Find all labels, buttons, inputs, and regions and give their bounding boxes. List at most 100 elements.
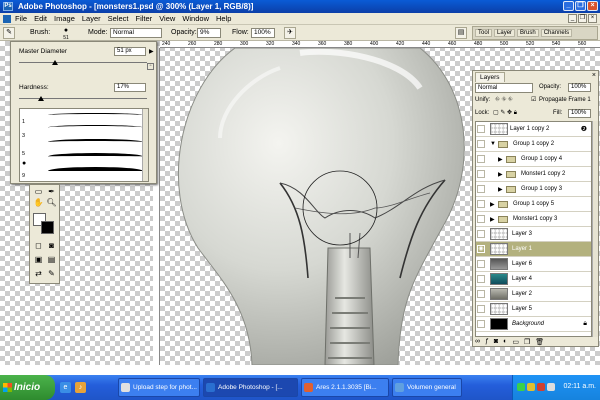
visibility-toggle[interactable] bbox=[477, 170, 485, 178]
hardness-slider-knob[interactable] bbox=[37, 96, 44, 101]
menu-help[interactable]: Help bbox=[216, 14, 231, 23]
imageready-icon[interactable]: ⇄ bbox=[33, 269, 44, 279]
blend-mode-select[interactable]: Normal bbox=[475, 83, 533, 93]
jump-to-icon[interactable]: ✎ bbox=[46, 269, 57, 279]
brush-preset-stroke[interactable] bbox=[48, 167, 143, 175]
visibility-toggle[interactable] bbox=[477, 320, 485, 328]
slice-tool-icon[interactable]: ▭ bbox=[33, 187, 44, 197]
layer-mask-icon[interactable]: ◙ bbox=[494, 338, 498, 346]
document-icon[interactable] bbox=[3, 15, 11, 23]
menu-edit[interactable]: Edit bbox=[34, 14, 47, 23]
layers-panel-close-icon[interactable]: × bbox=[592, 72, 596, 79]
minimize-button[interactable]: _ bbox=[563, 1, 574, 11]
delete-layer-icon[interactable]: 🗑︎ bbox=[535, 338, 544, 346]
visibility-toggle[interactable] bbox=[477, 305, 485, 313]
security-tray-icon[interactable] bbox=[527, 383, 535, 391]
visibility-toggle[interactable] bbox=[477, 260, 485, 268]
layer-style-icon[interactable]: ƒ bbox=[485, 338, 489, 346]
fill-field[interactable]: 100% bbox=[568, 109, 591, 118]
menu-window[interactable]: Window bbox=[182, 14, 209, 23]
well-channels[interactable]: Channels bbox=[540, 29, 573, 37]
visibility-toggle[interactable] bbox=[477, 215, 485, 223]
restore-button[interactable]: ❐ bbox=[575, 1, 586, 11]
visibility-toggle[interactable] bbox=[477, 185, 485, 193]
unify-icons[interactable]: ⛗ ⛗ ⛗ bbox=[495, 97, 513, 104]
group-row[interactable]: ▶ Group 1 copy 5 bbox=[476, 197, 591, 212]
group-collapsed-icon[interactable]: ▶ bbox=[490, 201, 495, 208]
task-volume[interactable]: Volumen general bbox=[392, 378, 462, 397]
well-layer-comps[interactable]: Layer bbox=[494, 29, 516, 37]
master-diameter-field[interactable]: 51 px bbox=[114, 47, 146, 56]
master-diameter-slider[interactable] bbox=[19, 62, 147, 63]
layer-row[interactable]: Layer 3 bbox=[476, 227, 591, 242]
layer-opacity-field[interactable]: 100% bbox=[568, 83, 591, 92]
fullscreen-mode-icon[interactable]: ▤ bbox=[46, 255, 57, 265]
zoom-tool-icon[interactable]: 🔍︎ bbox=[46, 198, 57, 208]
brush-tool-preset-icon[interactable]: ✎ bbox=[3, 27, 15, 39]
eye-icon[interactable]: ◉ bbox=[477, 245, 485, 253]
hardness-field[interactable]: 17% bbox=[114, 83, 146, 92]
browser-icon[interactable]: e bbox=[60, 382, 71, 393]
eyedropper-tool-icon[interactable]: ✒ bbox=[46, 187, 57, 197]
close-button[interactable]: × bbox=[587, 1, 598, 11]
visibility-toggle[interactable] bbox=[477, 155, 485, 163]
group-row[interactable]: ▶ Monster1 copy 2 bbox=[476, 167, 591, 182]
speaker-tray-icon[interactable] bbox=[547, 383, 555, 391]
group-row[interactable]: ▶ Group 1 copy 4 bbox=[476, 152, 591, 167]
layer-row[interactable]: Layer 6 bbox=[476, 257, 591, 272]
layer-row[interactable]: Layer 2 bbox=[476, 287, 591, 302]
hand-tool-icon[interactable]: ✋ bbox=[33, 198, 44, 208]
screen-mode-icon[interactable]: ▣ bbox=[33, 255, 44, 265]
link-layers-icon[interactable]: ∞ bbox=[475, 338, 480, 346]
layer-list-scrollbar[interactable] bbox=[592, 121, 598, 337]
brush-list-scrollbar[interactable] bbox=[142, 109, 148, 181]
task-ares[interactable]: Ares 2.1.1.3035 [Bi... bbox=[301, 378, 389, 397]
propagate-checkbox[interactable]: ☑ bbox=[531, 96, 536, 103]
menu-select[interactable]: Select bbox=[108, 14, 129, 23]
antivirus-tray-icon[interactable] bbox=[537, 383, 545, 391]
brush-preset-stroke[interactable] bbox=[48, 125, 143, 130]
layer-row[interactable]: Layer 1 copy 2 ❷ bbox=[476, 122, 591, 137]
task-upload-step[interactable]: Upload step for phot... bbox=[118, 378, 200, 397]
brush-preset-stroke[interactable] bbox=[48, 139, 143, 145]
doc-restore-button[interactable]: ❐ bbox=[578, 14, 587, 23]
standard-mode-icon[interactable]: ◻ bbox=[33, 241, 44, 251]
layer-effects-icon[interactable]: ❷ bbox=[581, 125, 587, 133]
group-row[interactable]: ▶ Monster1 copy 3 bbox=[476, 212, 591, 227]
visibility-toggle[interactable] bbox=[477, 200, 485, 208]
visibility-toggle[interactable] bbox=[477, 290, 485, 298]
menu-file[interactable]: File bbox=[15, 14, 27, 23]
doc-close-button[interactable]: × bbox=[588, 14, 597, 23]
layer-row[interactable]: Layer 4 bbox=[476, 272, 591, 287]
menu-layer[interactable]: Layer bbox=[82, 14, 101, 23]
task-photoshop[interactable]: Adobe Photoshop - [... bbox=[203, 378, 298, 397]
media-icon[interactable]: ♪ bbox=[75, 382, 86, 393]
group-collapsed-icon[interactable]: ▶ bbox=[498, 186, 503, 193]
mode-select[interactable]: Normal bbox=[110, 28, 162, 38]
layer-row-selected[interactable]: ◉ Layer 1 bbox=[476, 242, 591, 257]
network-tray-icon[interactable] bbox=[517, 383, 525, 391]
visibility-toggle[interactable] bbox=[477, 275, 485, 283]
well-tool-presets[interactable]: Tool bbox=[475, 29, 493, 37]
brush-preset-stroke[interactable] bbox=[48, 153, 143, 160]
adjustment-layer-icon[interactable]: ◐ bbox=[503, 338, 507, 346]
lock-icons[interactable]: ▢ ✎ ✥ 🔒︎ bbox=[493, 109, 517, 117]
visibility-toggle[interactable] bbox=[477, 140, 485, 148]
quick-mask-icon[interactable]: ◙ bbox=[46, 241, 57, 251]
flow-field[interactable]: 100% bbox=[251, 28, 275, 38]
well-brushes[interactable]: Brush bbox=[517, 29, 539, 37]
brush-resize-icon[interactable]: ▫ bbox=[147, 63, 154, 70]
background-color-swatch[interactable] bbox=[41, 221, 54, 234]
group-expanded-icon[interactable]: ▼ bbox=[490, 141, 496, 147]
tab-layers[interactable]: Layers bbox=[475, 72, 505, 82]
brush-preview[interactable]: ● 51 bbox=[55, 27, 77, 41]
panel-menu-icon[interactable]: ▶ bbox=[149, 48, 154, 55]
group-collapsed-icon[interactable]: ▶ bbox=[498, 156, 503, 163]
doc-minimize-button[interactable]: _ bbox=[568, 14, 577, 23]
visibility-toggle[interactable] bbox=[477, 230, 485, 238]
group-collapsed-icon[interactable]: ▶ bbox=[490, 216, 495, 223]
master-diameter-slider-knob[interactable] bbox=[51, 60, 58, 65]
opacity-field[interactable]: 9% bbox=[197, 28, 221, 38]
menu-view[interactable]: View bbox=[159, 14, 175, 23]
airbrush-icon[interactable]: ✈ bbox=[284, 27, 296, 39]
